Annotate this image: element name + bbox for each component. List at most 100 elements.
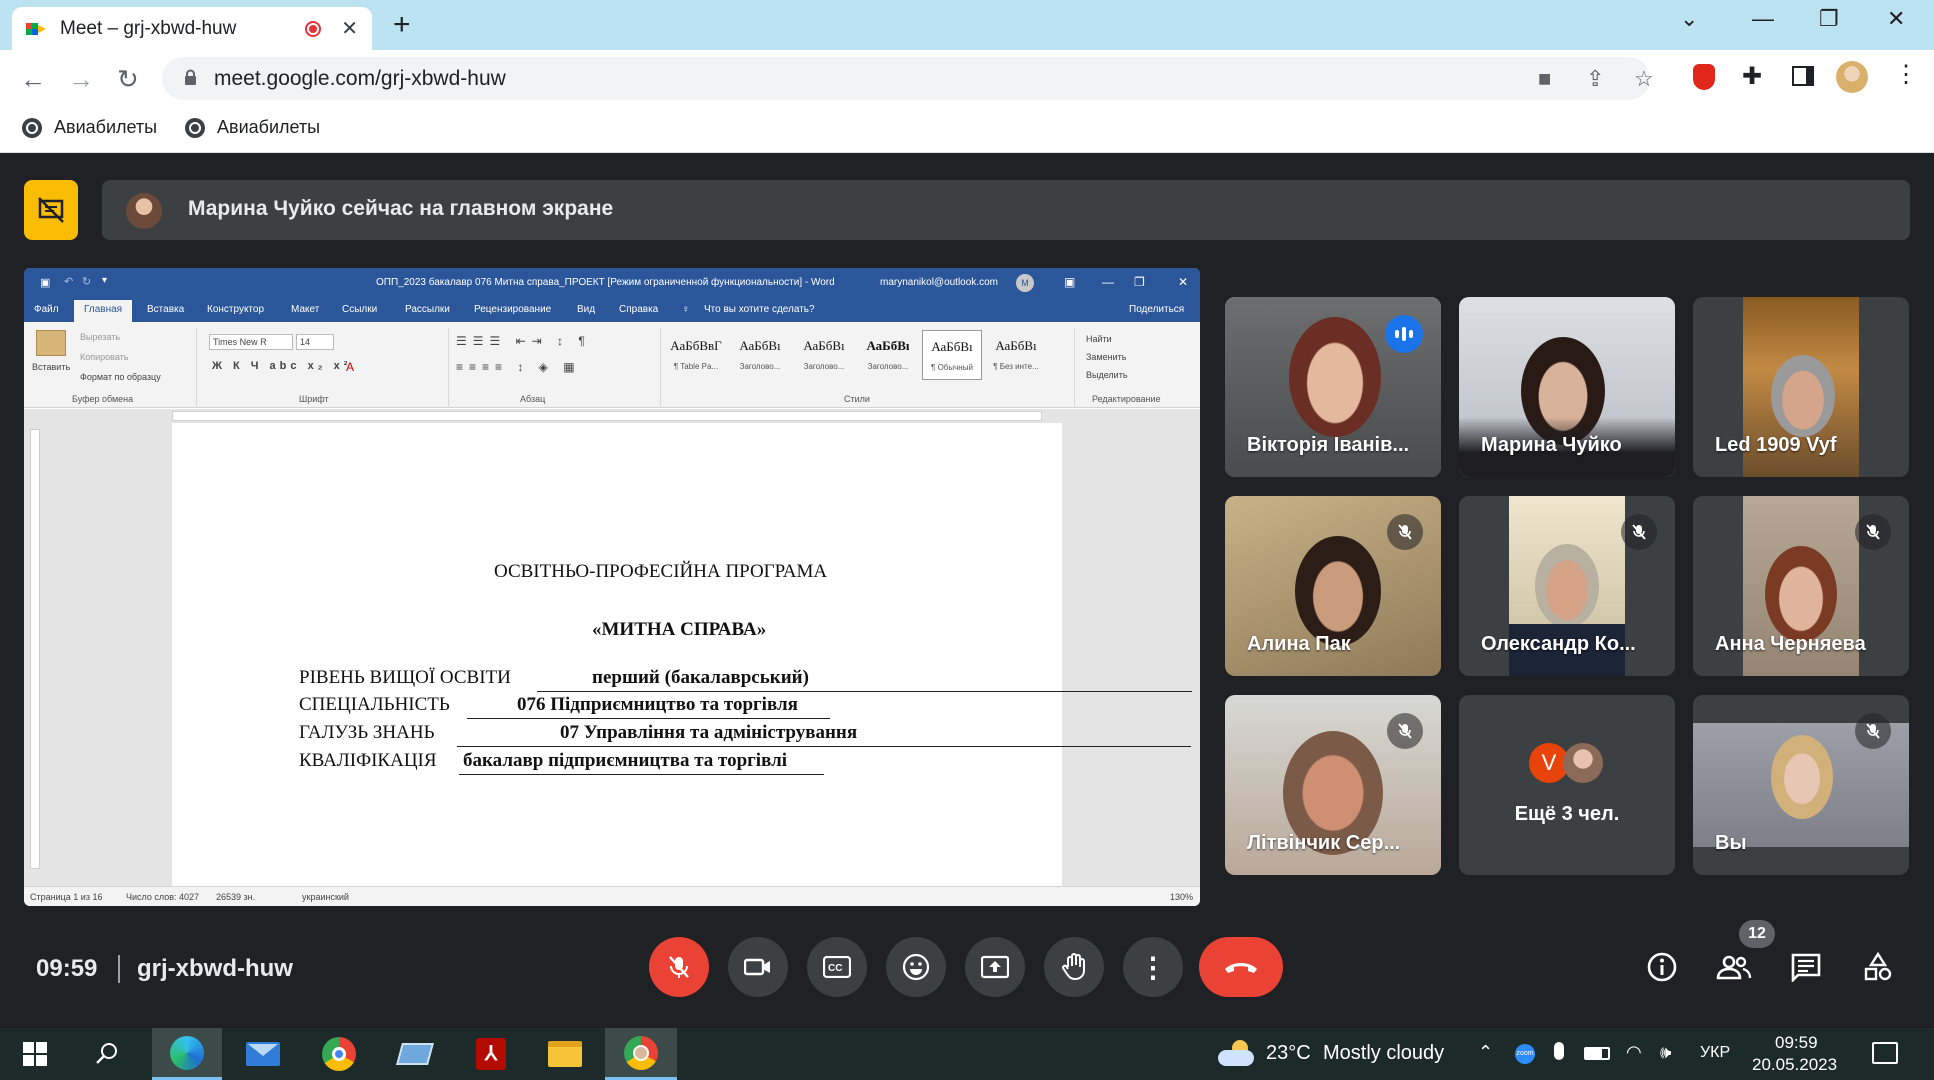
forward-button[interactable]: → xyxy=(68,64,94,95)
word-tab-help: Справка xyxy=(619,304,659,315)
cloudy-weather-icon[interactable] xyxy=(1218,1040,1254,1066)
participant-tile[interactable]: Анна Черняева xyxy=(1693,496,1909,676)
new-tab-button[interactable]: + xyxy=(393,8,411,42)
participant-tile[interactable]: Led 1909 Vyf xyxy=(1693,297,1909,477)
raise-hand-button[interactable] xyxy=(1044,937,1104,997)
reload-button[interactable]: ↻ xyxy=(117,64,139,95)
participant-video xyxy=(1535,544,1599,628)
participant-tile-self[interactable]: Вы xyxy=(1693,695,1909,875)
globe-icon xyxy=(185,117,205,138)
participant-tile[interactable]: Вікторія Іванів... xyxy=(1225,297,1441,477)
back-button[interactable]: ← xyxy=(20,64,46,95)
bookmark-item[interactable]: Авиабилеты xyxy=(185,117,320,138)
start-button[interactable] xyxy=(0,1028,70,1080)
side-panel-icon[interactable] xyxy=(1792,66,1814,86)
microphone-tray-icon[interactable] xyxy=(1554,1042,1564,1060)
bookmark-star-icon[interactable]: ☆ xyxy=(1634,66,1654,92)
doc-row-qualification-label: КВАЛІФІКАЦІЯ xyxy=(299,750,437,771)
chat-button[interactable] xyxy=(1786,947,1826,987)
mic-off-icon xyxy=(1387,713,1423,749)
ribbon-divider xyxy=(660,328,661,406)
undo-icon: ↶ xyxy=(64,276,74,288)
document-area: ОСВІТНЬО-ПРОФЕСІЙНА ПРОГРАМА «МИТНА СПРА… xyxy=(24,423,1200,886)
more-options-button[interactable]: ⋮ xyxy=(1123,937,1183,997)
participant-tile[interactable]: Марина Чуйко xyxy=(1459,297,1675,477)
participant-tile-overflow[interactable]: V Ещё 3 чел. xyxy=(1459,695,1675,875)
edge-taskbar-button[interactable] xyxy=(152,1028,222,1080)
info-icon xyxy=(1647,952,1677,982)
participant-video xyxy=(1765,546,1837,642)
search-icon xyxy=(96,1043,117,1064)
input-language[interactable]: УКР xyxy=(1700,1044,1730,1062)
notifications-icon[interactable] xyxy=(1872,1042,1898,1064)
wifi-icon[interactable]: ◠ xyxy=(1626,1042,1642,1063)
participant-tile[interactable]: Алина Пак xyxy=(1225,496,1441,676)
volume-icon[interactable]: 🕪 xyxy=(1660,1042,1671,1063)
save-icon: ▣ xyxy=(40,277,51,289)
doc-row-education-level-label: РІВЕНЬ ВИЩОЇ ОСВІТИ xyxy=(299,667,511,688)
search-button[interactable] xyxy=(72,1028,142,1080)
cut-label: Вырезать xyxy=(80,332,121,342)
share-icon[interactable]: ⇪ xyxy=(1586,66,1604,92)
chrome-taskbar-button[interactable] xyxy=(304,1028,374,1080)
editing-group-label: Редактирование xyxy=(1092,394,1161,404)
taskbar-date[interactable]: 20.05.2023 xyxy=(1752,1055,1837,1075)
meeting-clock: 09:59 xyxy=(36,955,98,982)
mail-taskbar-button[interactable] xyxy=(228,1028,298,1080)
zoom-tray-icon[interactable]: zoom xyxy=(1515,1044,1535,1064)
browser-menu-icon[interactable]: ⋮ xyxy=(1894,60,1918,89)
people-button[interactable] xyxy=(1714,947,1754,987)
status-page: Страница 1 из 16 xyxy=(30,892,103,902)
camera-toggle-button[interactable] xyxy=(728,937,788,997)
show-hidden-icons-chevron-icon[interactable]: ⌃ xyxy=(1478,1042,1493,1063)
participant-name: Led 1909 Vyf xyxy=(1715,434,1837,456)
word-tab-file: Файл xyxy=(34,304,59,315)
windows-taskbar: ⅄ 23°C Mostly cloudy ⌃ zoom ◠ 🕪 УКР 09:5… xyxy=(0,1028,1934,1080)
browser-tab[interactable]: Meet – grj-xbwd-huw ✕ xyxy=(12,7,372,50)
laptop-app-taskbar-button[interactable] xyxy=(380,1028,450,1080)
word-minimize-icon: — xyxy=(1102,275,1114,289)
participant-tile[interactable]: Літвінчик Сер... xyxy=(1225,695,1441,875)
chrome-active-taskbar-button[interactable] xyxy=(605,1028,677,1080)
format-painter-label: Формат по образцу xyxy=(80,372,161,382)
quick-access-chevron-icon: ▾ xyxy=(102,275,108,286)
mic-toggle-button[interactable] xyxy=(649,937,709,997)
status-zoom: 130% xyxy=(1170,892,1194,902)
reactions-button[interactable] xyxy=(886,937,946,997)
taskbar-time[interactable]: 09:59 xyxy=(1775,1033,1818,1053)
replace-label: Заменить xyxy=(1086,352,1127,362)
weather-condition[interactable]: Mostly cloudy xyxy=(1323,1042,1444,1065)
captions-button[interactable]: CC xyxy=(807,937,867,997)
close-window-icon[interactable]: ✕ xyxy=(1887,6,1905,32)
status-language: украинский xyxy=(302,892,349,902)
leave-call-button[interactable] xyxy=(1199,937,1283,997)
adblock-extension-icon[interactable] xyxy=(1693,64,1715,90)
doc-row-field-label: ГАЛУЗЬ ЗНАНЬ xyxy=(299,722,435,743)
document-page: ОСВІТНЬО-ПРОФЕСІЙНА ПРОГРАМА «МИТНА СПРА… xyxy=(172,423,1192,886)
restore-window-icon[interactable]: ❐ xyxy=(1819,6,1839,32)
acrobat-taskbar-button[interactable]: ⅄ xyxy=(456,1028,526,1080)
participant-count-badge: 12 xyxy=(1739,920,1775,948)
folder-icon xyxy=(548,1041,582,1067)
chat-icon xyxy=(1791,953,1821,982)
font-group-label: Шрифт xyxy=(299,394,329,404)
battery-icon[interactable] xyxy=(1584,1047,1610,1060)
tab-search-chevron-icon[interactable]: ⌄ xyxy=(1680,6,1698,32)
bookmark-item[interactable]: Авиабилеты xyxy=(22,117,157,138)
doc-row-field-value: 07 Управління та адміністрування xyxy=(560,722,858,743)
close-tab-icon[interactable]: ✕ xyxy=(341,16,358,41)
present-screen-button[interactable] xyxy=(965,937,1025,997)
participant-tile[interactable]: Олександр Ко... xyxy=(1459,496,1675,676)
mic-off-icon xyxy=(1621,514,1657,550)
file-explorer-taskbar-button[interactable] xyxy=(530,1028,600,1080)
profile-avatar[interactable] xyxy=(1836,61,1868,93)
raise-hand-icon xyxy=(1062,953,1085,981)
address-bar[interactable]: meet.google.com/grj-xbwd-huw ■ ⇪ ☆ xyxy=(162,57,1654,100)
meeting-details-button[interactable] xyxy=(1642,947,1682,987)
activities-button[interactable] xyxy=(1858,947,1898,987)
weather-temperature[interactable]: 23°C xyxy=(1266,1042,1311,1065)
minimize-window-icon[interactable]: — xyxy=(1752,6,1774,32)
extensions-puzzle-icon[interactable]: ✚ xyxy=(1742,62,1762,91)
participant-name: Вы xyxy=(1715,832,1747,854)
camera-in-use-icon[interactable]: ■ xyxy=(1538,66,1551,92)
